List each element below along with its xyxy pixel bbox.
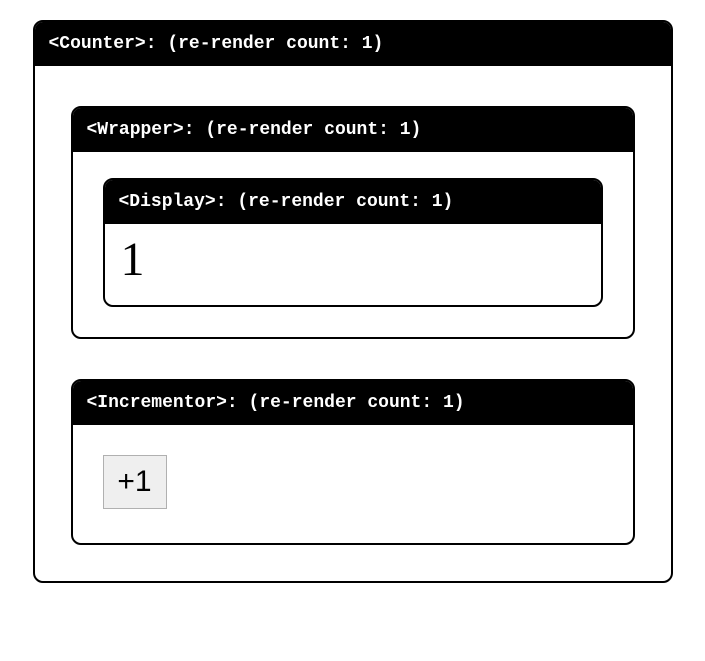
display-header: <Display>: (re-render count: 1) (105, 180, 601, 224)
counter-panel: <Counter>: (re-render count: 1) <Wrapper… (33, 20, 673, 583)
wrapper-header: <Wrapper>: (re-render count: 1) (73, 108, 633, 152)
increment-button[interactable]: +1 (103, 455, 167, 509)
wrapper-panel: <Wrapper>: (re-render count: 1) <Display… (71, 106, 635, 339)
incrementor-panel: <Incrementor>: (re-render count: 1) +1 (71, 379, 635, 545)
incrementor-header: <Incrementor>: (re-render count: 1) (73, 381, 633, 425)
display-panel: <Display>: (re-render count: 1) 1 (103, 178, 603, 307)
incrementor-body: +1 (73, 425, 633, 543)
counter-header: <Counter>: (re-render count: 1) (35, 22, 671, 66)
display-value: 1 (121, 234, 585, 287)
display-body: 1 (105, 224, 601, 305)
wrapper-body: <Display>: (re-render count: 1) 1 (73, 152, 633, 337)
counter-body: <Wrapper>: (re-render count: 1) <Display… (35, 66, 671, 581)
